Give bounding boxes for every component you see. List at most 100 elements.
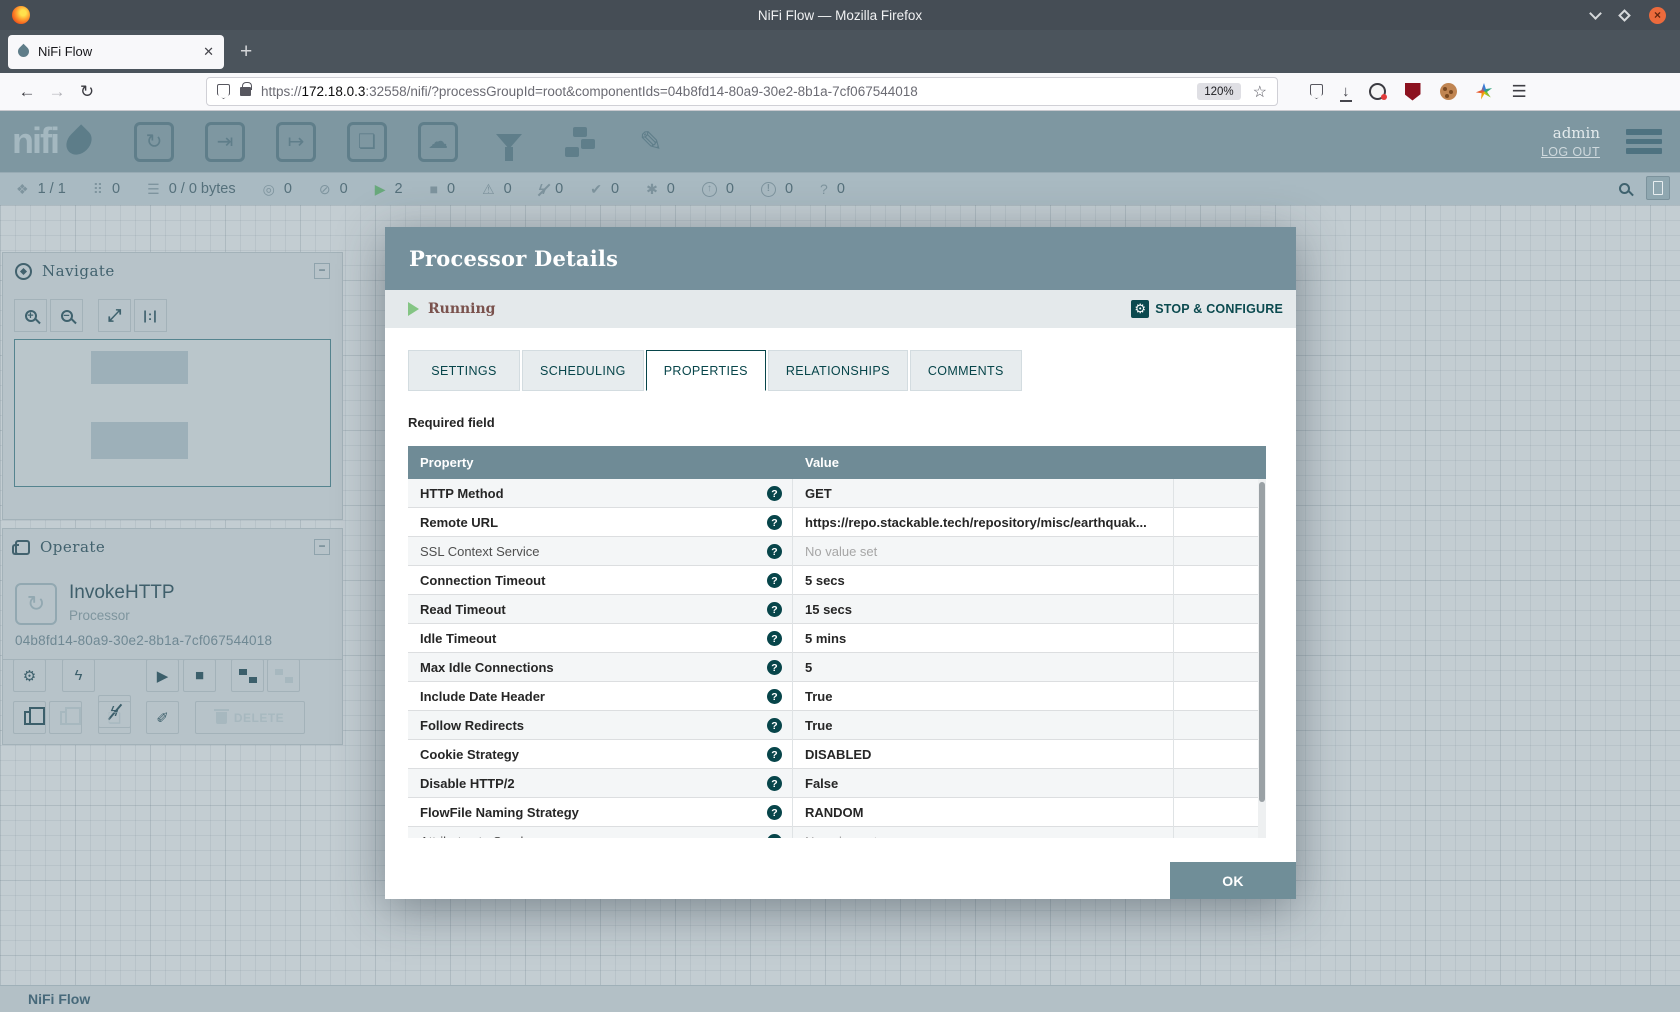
- reload-button[interactable]: ↻: [72, 82, 102, 102]
- copy-button[interactable]: [13, 701, 46, 734]
- process-group-component-icon[interactable]: ❏: [347, 122, 387, 162]
- help-icon[interactable]: ?: [767, 776, 782, 791]
- new-tab-button[interactable]: +: [240, 40, 252, 64]
- property-row[interactable]: Idle Timeout ? 5 mins: [408, 624, 1266, 653]
- property-row[interactable]: Remote URL ? https://repo.stackable.tech…: [408, 508, 1266, 537]
- input-port-component-icon[interactable]: ⇥: [205, 122, 245, 162]
- ok-button[interactable]: OK: [1170, 862, 1296, 899]
- status-icon: ✱: [646, 182, 658, 196]
- help-icon[interactable]: ?: [767, 747, 782, 762]
- status-count: 0 / 0 bytes: [169, 181, 236, 197]
- browser-menu-button[interactable]: ☰: [1512, 82, 1527, 102]
- status-count: 0: [611, 181, 619, 197]
- help-icon[interactable]: ?: [767, 602, 782, 617]
- stop-and-configure-button[interactable]: ⚙ STOP & CONFIGURE: [1131, 300, 1283, 318]
- global-menu-button[interactable]: [1626, 129, 1662, 154]
- zoom-in-button[interactable]: +: [14, 299, 47, 332]
- pocket-icon[interactable]: [1310, 84, 1323, 99]
- logout-link[interactable]: LOG OUT: [1541, 145, 1600, 159]
- downloads-icon[interactable]: ↓: [1342, 83, 1350, 100]
- browser-navbar: ← → ↻ https://172.18.0.3:32558/nifi/?pro…: [0, 73, 1680, 111]
- funnel-component-icon[interactable]: [489, 122, 529, 162]
- property-row[interactable]: Include Date Header ? True: [408, 682, 1266, 711]
- template-component-icon[interactable]: [560, 122, 600, 162]
- help-icon[interactable]: ?: [767, 573, 782, 588]
- remote-process-group-component-icon[interactable]: ☁: [418, 122, 458, 162]
- status-count: 0: [447, 181, 455, 197]
- value-column-header: Value: [793, 455, 1174, 470]
- output-port-component-icon[interactable]: ↦: [276, 122, 316, 162]
- property-value: True: [805, 689, 832, 704]
- status-icon: ϟ: [539, 182, 546, 196]
- tab-label: SCHEDULING: [540, 364, 626, 378]
- forward-button[interactable]: →: [42, 82, 72, 102]
- property-row[interactable]: Max Idle Connections ? 5: [408, 653, 1266, 682]
- help-icon[interactable]: ?: [767, 486, 782, 501]
- tab-close-icon[interactable]: ✕: [203, 44, 214, 60]
- property-row[interactable]: Connection Timeout ? 5 secs: [408, 566, 1266, 595]
- page-zoom-badge[interactable]: 120%: [1197, 83, 1240, 100]
- processor-component-icon[interactable]: ↻: [134, 122, 174, 162]
- window-minimize-icon[interactable]: [1589, 7, 1602, 20]
- status-item: ↑ 0: [702, 181, 734, 197]
- birdseye-minimap[interactable]: [14, 339, 331, 487]
- help-icon[interactable]: ?: [767, 544, 782, 559]
- back-button[interactable]: ←: [12, 82, 42, 102]
- extension-proxy-icon[interactable]: [1369, 83, 1386, 100]
- enable-button[interactable]: ϟ: [62, 659, 95, 692]
- status-count: 2: [394, 181, 402, 197]
- property-row[interactable]: Disable HTTP/2 ? False: [408, 769, 1266, 798]
- dialog-tab[interactable]: SETTINGS: [408, 350, 520, 391]
- search-icon[interactable]: [1619, 183, 1630, 194]
- help-icon[interactable]: ?: [767, 718, 782, 733]
- zoom-actual-size-button[interactable]: |:|: [134, 299, 167, 332]
- dialog-tab[interactable]: PROPERTIES: [646, 350, 766, 391]
- breadcrumb-root-link[interactable]: NiFi Flow: [28, 991, 90, 1007]
- tracking-protection-icon[interactable]: [217, 84, 230, 99]
- browser-tab[interactable]: NiFi Flow ✕: [8, 35, 224, 69]
- property-value: https://repo.stackable.tech/repository/m…: [805, 515, 1147, 530]
- component-toolbar: ↻ ⇥ ↦ ❏ ☁ ✎: [134, 122, 671, 162]
- property-row[interactable]: SSL Context Service ? No value set: [408, 537, 1266, 566]
- extension-ublock-icon[interactable]: [1405, 83, 1421, 101]
- property-row[interactable]: Attributes to Send ? No value set: [408, 827, 1266, 838]
- label-component-icon[interactable]: ✎: [631, 122, 671, 162]
- stop-button[interactable]: ■: [183, 659, 216, 692]
- property-row[interactable]: Follow Redirects ? True: [408, 711, 1266, 740]
- lock-icon[interactable]: [240, 87, 251, 96]
- configure-button[interactable]: ⚙: [13, 659, 46, 692]
- help-icon[interactable]: ?: [767, 689, 782, 704]
- window-maximize-icon[interactable]: [1618, 9, 1631, 22]
- dialog-tab[interactable]: COMMENTS: [910, 350, 1022, 391]
- property-row[interactable]: Read Timeout ? 15 secs: [408, 595, 1266, 624]
- extension-cookie-icon[interactable]: [1440, 83, 1457, 100]
- status-item: ? 0: [820, 181, 845, 197]
- zoom-fit-button[interactable]: ⤢: [98, 299, 131, 332]
- help-icon[interactable]: ?: [767, 515, 782, 530]
- extension-pinwheel-icon[interactable]: [1476, 83, 1493, 100]
- dialog-tab[interactable]: SCHEDULING: [522, 350, 644, 391]
- property-row[interactable]: Cookie Strategy ? DISABLED: [408, 740, 1266, 769]
- panel-toggle-button[interactable]: [1646, 176, 1670, 200]
- bookmark-star-icon[interactable]: ☆: [1253, 82, 1267, 102]
- nifi-header: nifi ↻ ⇥ ↦ ❏ ☁ ✎ admin LOG OUT: [0, 111, 1680, 172]
- help-icon[interactable]: ?: [767, 660, 782, 675]
- collapse-navigate-button[interactable]: −: [314, 263, 330, 279]
- zoom-out-button[interactable]: −: [50, 299, 83, 332]
- help-icon[interactable]: ?: [767, 834, 782, 838]
- window-close-button[interactable]: ×: [1649, 7, 1666, 24]
- start-button[interactable]: ▶: [146, 659, 179, 692]
- scrollbar-thumb[interactable]: [1259, 482, 1265, 802]
- collapse-operate-button[interactable]: −: [314, 539, 330, 555]
- help-icon[interactable]: ?: [767, 805, 782, 820]
- url-text[interactable]: https://172.18.0.3:32558/nifi/?processGr…: [261, 84, 1197, 99]
- url-bar[interactable]: https://172.18.0.3:32558/nifi/?processGr…: [206, 77, 1278, 106]
- dialog-tab[interactable]: RELATIONSHIPS: [768, 350, 908, 391]
- property-row[interactable]: FlowFile Naming Strategy ? RANDOM: [408, 798, 1266, 827]
- fill-color-button[interactable]: ✐: [146, 701, 179, 734]
- save-template-button[interactable]: [231, 659, 264, 692]
- property-row[interactable]: HTTP Method ? GET: [408, 479, 1266, 508]
- help-icon[interactable]: ?: [767, 631, 782, 646]
- tab-label: SETTINGS: [431, 364, 497, 378]
- table-scrollbar[interactable]: [1258, 479, 1266, 838]
